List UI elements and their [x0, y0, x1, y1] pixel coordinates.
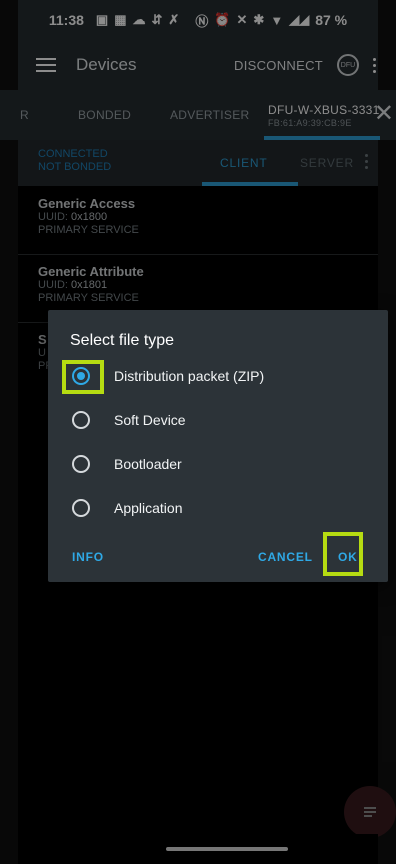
option-label: Soft Device: [114, 412, 186, 428]
highlight-box-ok: [323, 532, 363, 576]
option-soft-device[interactable]: Soft Device: [72, 400, 186, 440]
info-button[interactable]: INFO: [72, 550, 104, 564]
radio-icon[interactable]: [72, 499, 90, 517]
dialog-title: Select file type: [70, 332, 175, 349]
option-label: Bootloader: [114, 456, 182, 472]
option-application[interactable]: Application: [72, 488, 183, 528]
radio-icon[interactable]: [72, 411, 90, 429]
cancel-button[interactable]: CANCEL: [258, 550, 313, 564]
option-label: Application: [114, 500, 183, 516]
highlight-box-zip: [62, 360, 104, 394]
option-label: Distribution packet (ZIP): [114, 368, 265, 384]
option-bootloader[interactable]: Bootloader: [72, 444, 182, 484]
radio-icon[interactable]: [72, 455, 90, 473]
file-type-dialog: Select file type Distribution packet (ZI…: [48, 310, 388, 582]
